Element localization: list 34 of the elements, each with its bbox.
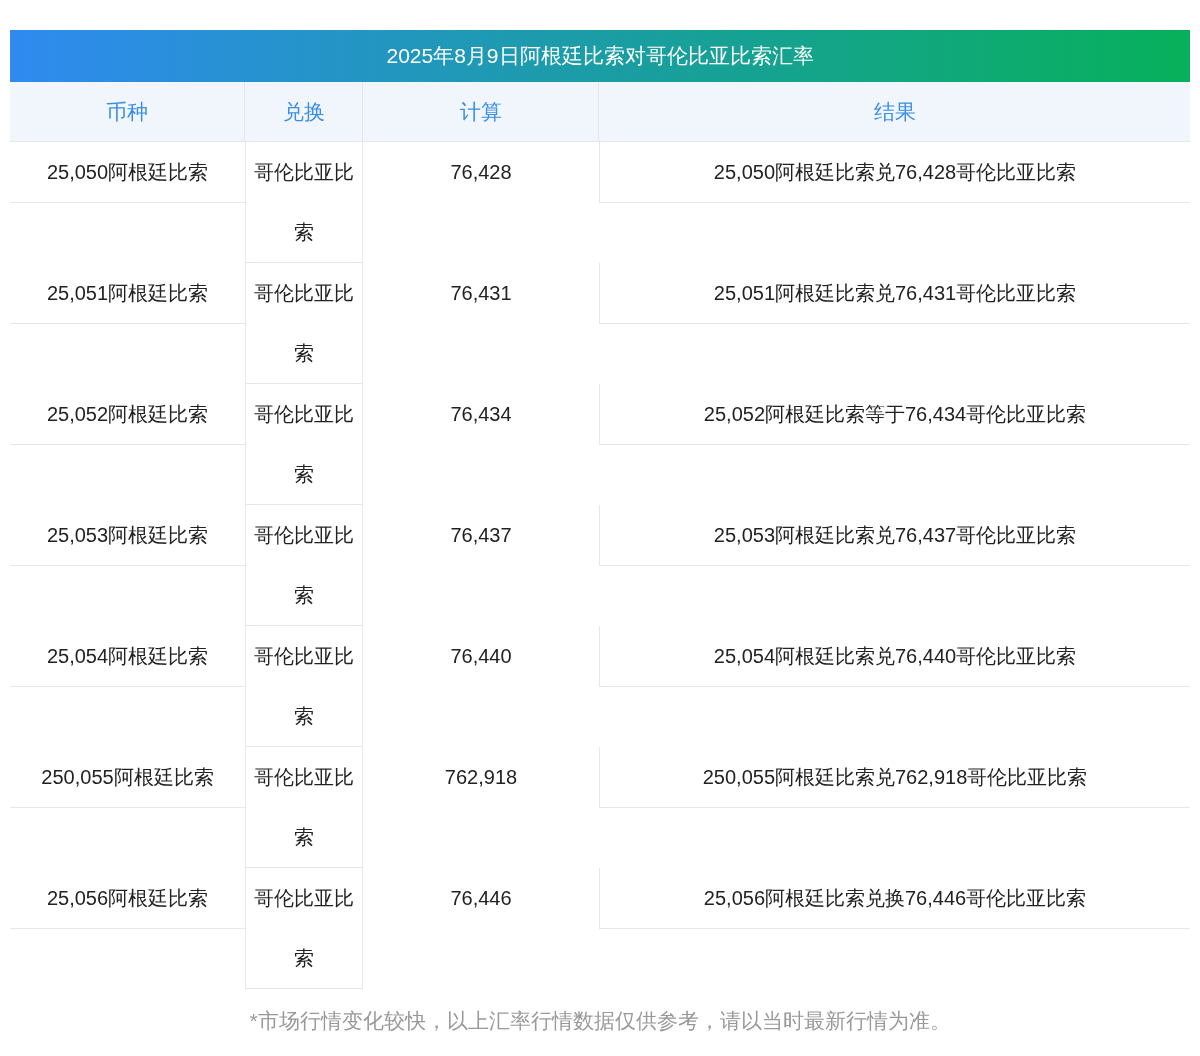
table-cell: 25,050阿根廷比索 (10, 142, 245, 203)
table-cell-text: 76,437 (449, 523, 513, 548)
table-cell: 25,056阿根廷比索兑换76,446哥伦比亚比索 (599, 868, 1190, 929)
table-cell: 25,053阿根廷比索 (10, 505, 245, 566)
table-cell-text: 76,428 (449, 160, 513, 185)
table-cell: 25,051阿根廷比索 (10, 263, 245, 324)
table-cell: 哥伦比亚比索 (245, 263, 363, 384)
column-header: 兑换 (245, 82, 363, 142)
table-title: 2025年8月9日阿根廷比索对哥伦比亚比索汇率 (10, 30, 1190, 82)
table-cell: 25,052阿根廷比索 (10, 384, 245, 445)
table-cell: 哥伦比亚比索 (245, 142, 363, 263)
table-cell-text: 76,431 (449, 281, 513, 306)
table-cell-text: 762,918 (443, 765, 519, 790)
table-cell: 25,054阿根廷比索 (10, 626, 245, 687)
table-cell: 哥伦比亚比索 (245, 626, 363, 747)
table-cell-text: 76,440 (449, 644, 513, 669)
table-cell: 25,051阿根廷比索兑76,431哥伦比亚比索 (599, 263, 1190, 324)
column-header: 币种 (10, 82, 245, 142)
table-cell: 25,052阿根廷比索等于76,434哥伦比亚比索 (599, 384, 1190, 445)
table-cell: 哥伦比亚比索 (245, 868, 363, 989)
table-cell: 25,054阿根廷比索兑76,440哥伦比亚比索 (599, 626, 1190, 687)
table-cell: 25,050阿根廷比索兑76,428哥伦比亚比索 (599, 142, 1190, 203)
column-header: 结果 (599, 82, 1190, 142)
table-cell: 哥伦比亚比索 (245, 747, 363, 868)
table-cell: 哥伦比亚比索 (245, 384, 363, 505)
table-cell: 25,056阿根廷比索 (10, 868, 245, 929)
table-cell: 250,055阿根廷比索兑762,918哥伦比亚比索 (599, 747, 1190, 808)
table-cell: 25,053阿根廷比索兑76,437哥伦比亚比索 (599, 505, 1190, 566)
table-cell-text: 76,434 (449, 402, 513, 427)
footnote: *市场行情变化较快，以上汇率行情数据仅供参考，请以当时最新行情为准。 (248, 1008, 952, 1034)
table-cell: 250,055阿根廷比索 (10, 747, 245, 808)
table-cell: 哥伦比亚比索 (245, 505, 363, 626)
table-cell-text: 76,446 (449, 886, 513, 911)
column-header: 计算 (363, 82, 599, 142)
